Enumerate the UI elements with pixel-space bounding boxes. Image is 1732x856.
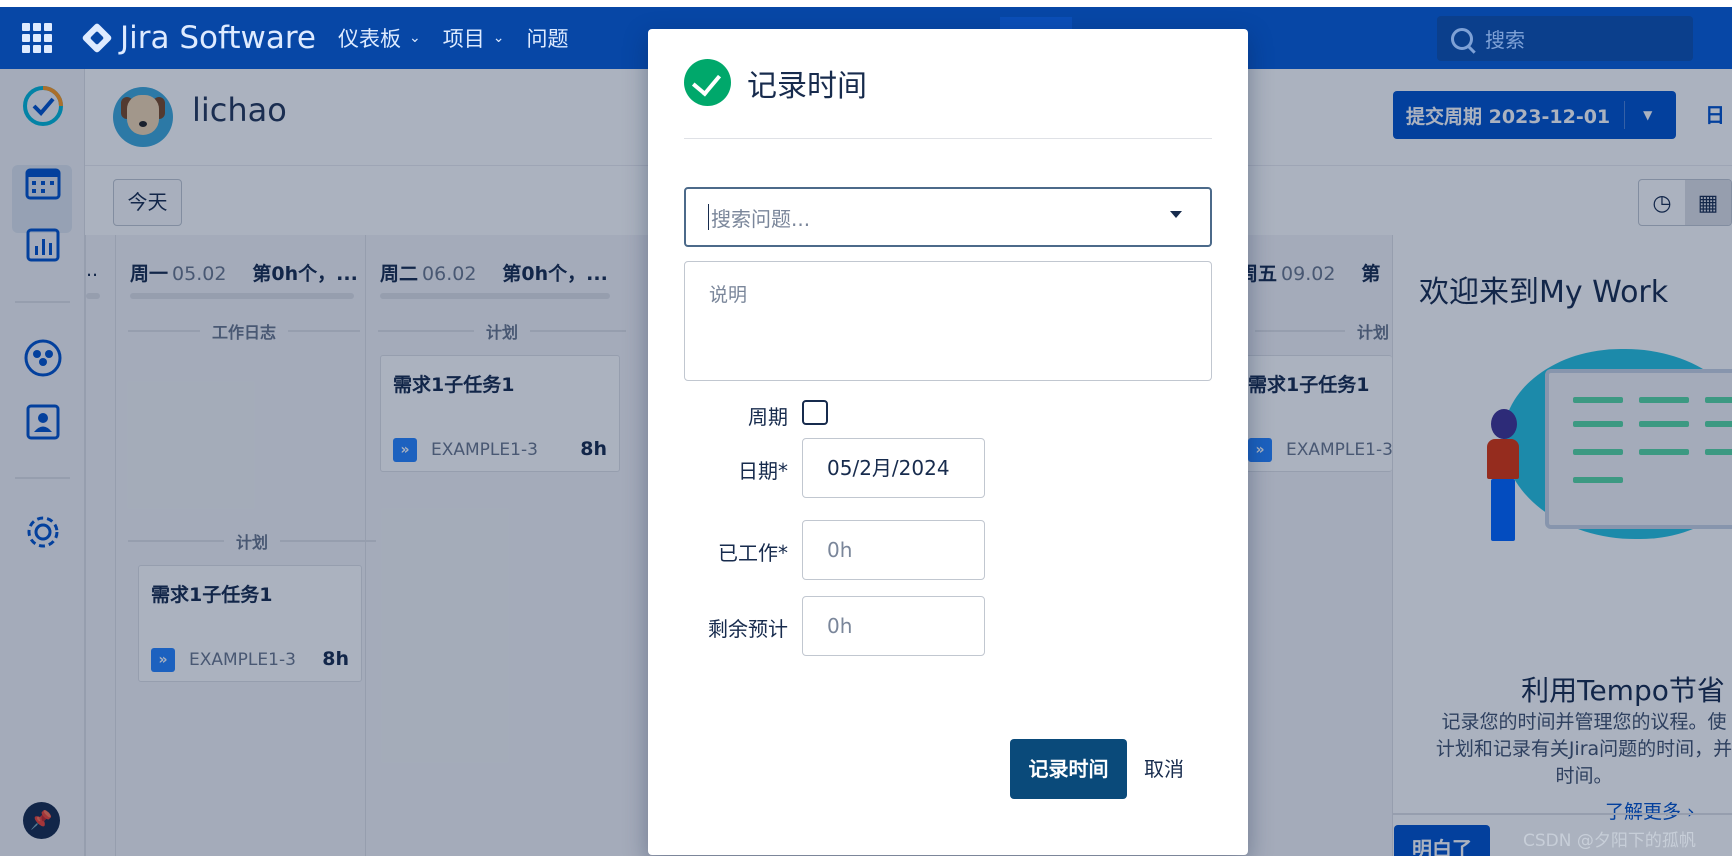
chevron-down-icon: ⌄	[409, 30, 421, 46]
dialog-divider	[684, 138, 1212, 139]
worked-label: 已工作*	[718, 541, 788, 565]
nav-item-label: 项目	[442, 27, 485, 51]
date-field[interactable]: 05/2月/2024	[802, 438, 985, 498]
dialog-header: 记录时间	[684, 59, 867, 106]
period-label: 周期	[748, 405, 788, 429]
logo-text: Jira Software	[120, 20, 317, 56]
remaining-estimate-field[interactable]: 0h	[802, 596, 985, 656]
log-time-dialog: 记录时间 搜索问题... 说明 周期 日期* 05/2月/2024 已工作* 0…	[648, 29, 1248, 855]
issue-search-select[interactable]: 搜索问题...	[684, 187, 1212, 247]
check-circle-icon	[684, 59, 731, 106]
log-time-button[interactable]: 记录时间	[1010, 739, 1127, 799]
chevron-down-icon: ⌄	[492, 30, 505, 46]
cancel-button[interactable]: 取消	[1144, 739, 1184, 799]
app-switcher-icon[interactable]	[22, 23, 52, 53]
nav-item-issues[interactable]: 问题	[526, 23, 568, 53]
jira-logo[interactable]: Jira Software	[81, 20, 317, 56]
date-label: 日期*	[738, 459, 788, 483]
nav-item-projects[interactable]: 项目 ⌄	[443, 23, 505, 53]
text-cursor	[708, 204, 709, 230]
description-placeholder: 说明	[709, 284, 748, 306]
nav-item-label: 问题	[526, 27, 569, 51]
global-search-input[interactable]: 搜索	[1437, 16, 1693, 61]
nav-item-dashboards[interactable]: 仪表板 ⌄	[338, 23, 421, 53]
remaining-estimate-label: 剩余预计	[708, 617, 788, 641]
search-placeholder: 搜索	[1485, 28, 1525, 52]
issue-search-placeholder: 搜索问题...	[711, 206, 811, 231]
dialog-title: 记录时间	[747, 68, 867, 104]
nav-item-label: 仪表板	[338, 27, 402, 51]
period-checkbox[interactable]	[802, 400, 828, 425]
watermark: CSDN @夕阳下的孤帆	[1523, 831, 1696, 851]
caret-down-icon[interactable]	[1170, 211, 1182, 218]
worked-field[interactable]: 0h	[802, 520, 985, 580]
jira-diamond-icon	[81, 22, 113, 54]
description-textarea[interactable]: 说明	[684, 261, 1212, 381]
search-icon	[1451, 27, 1473, 50]
top-strip	[0, 0, 1732, 7]
